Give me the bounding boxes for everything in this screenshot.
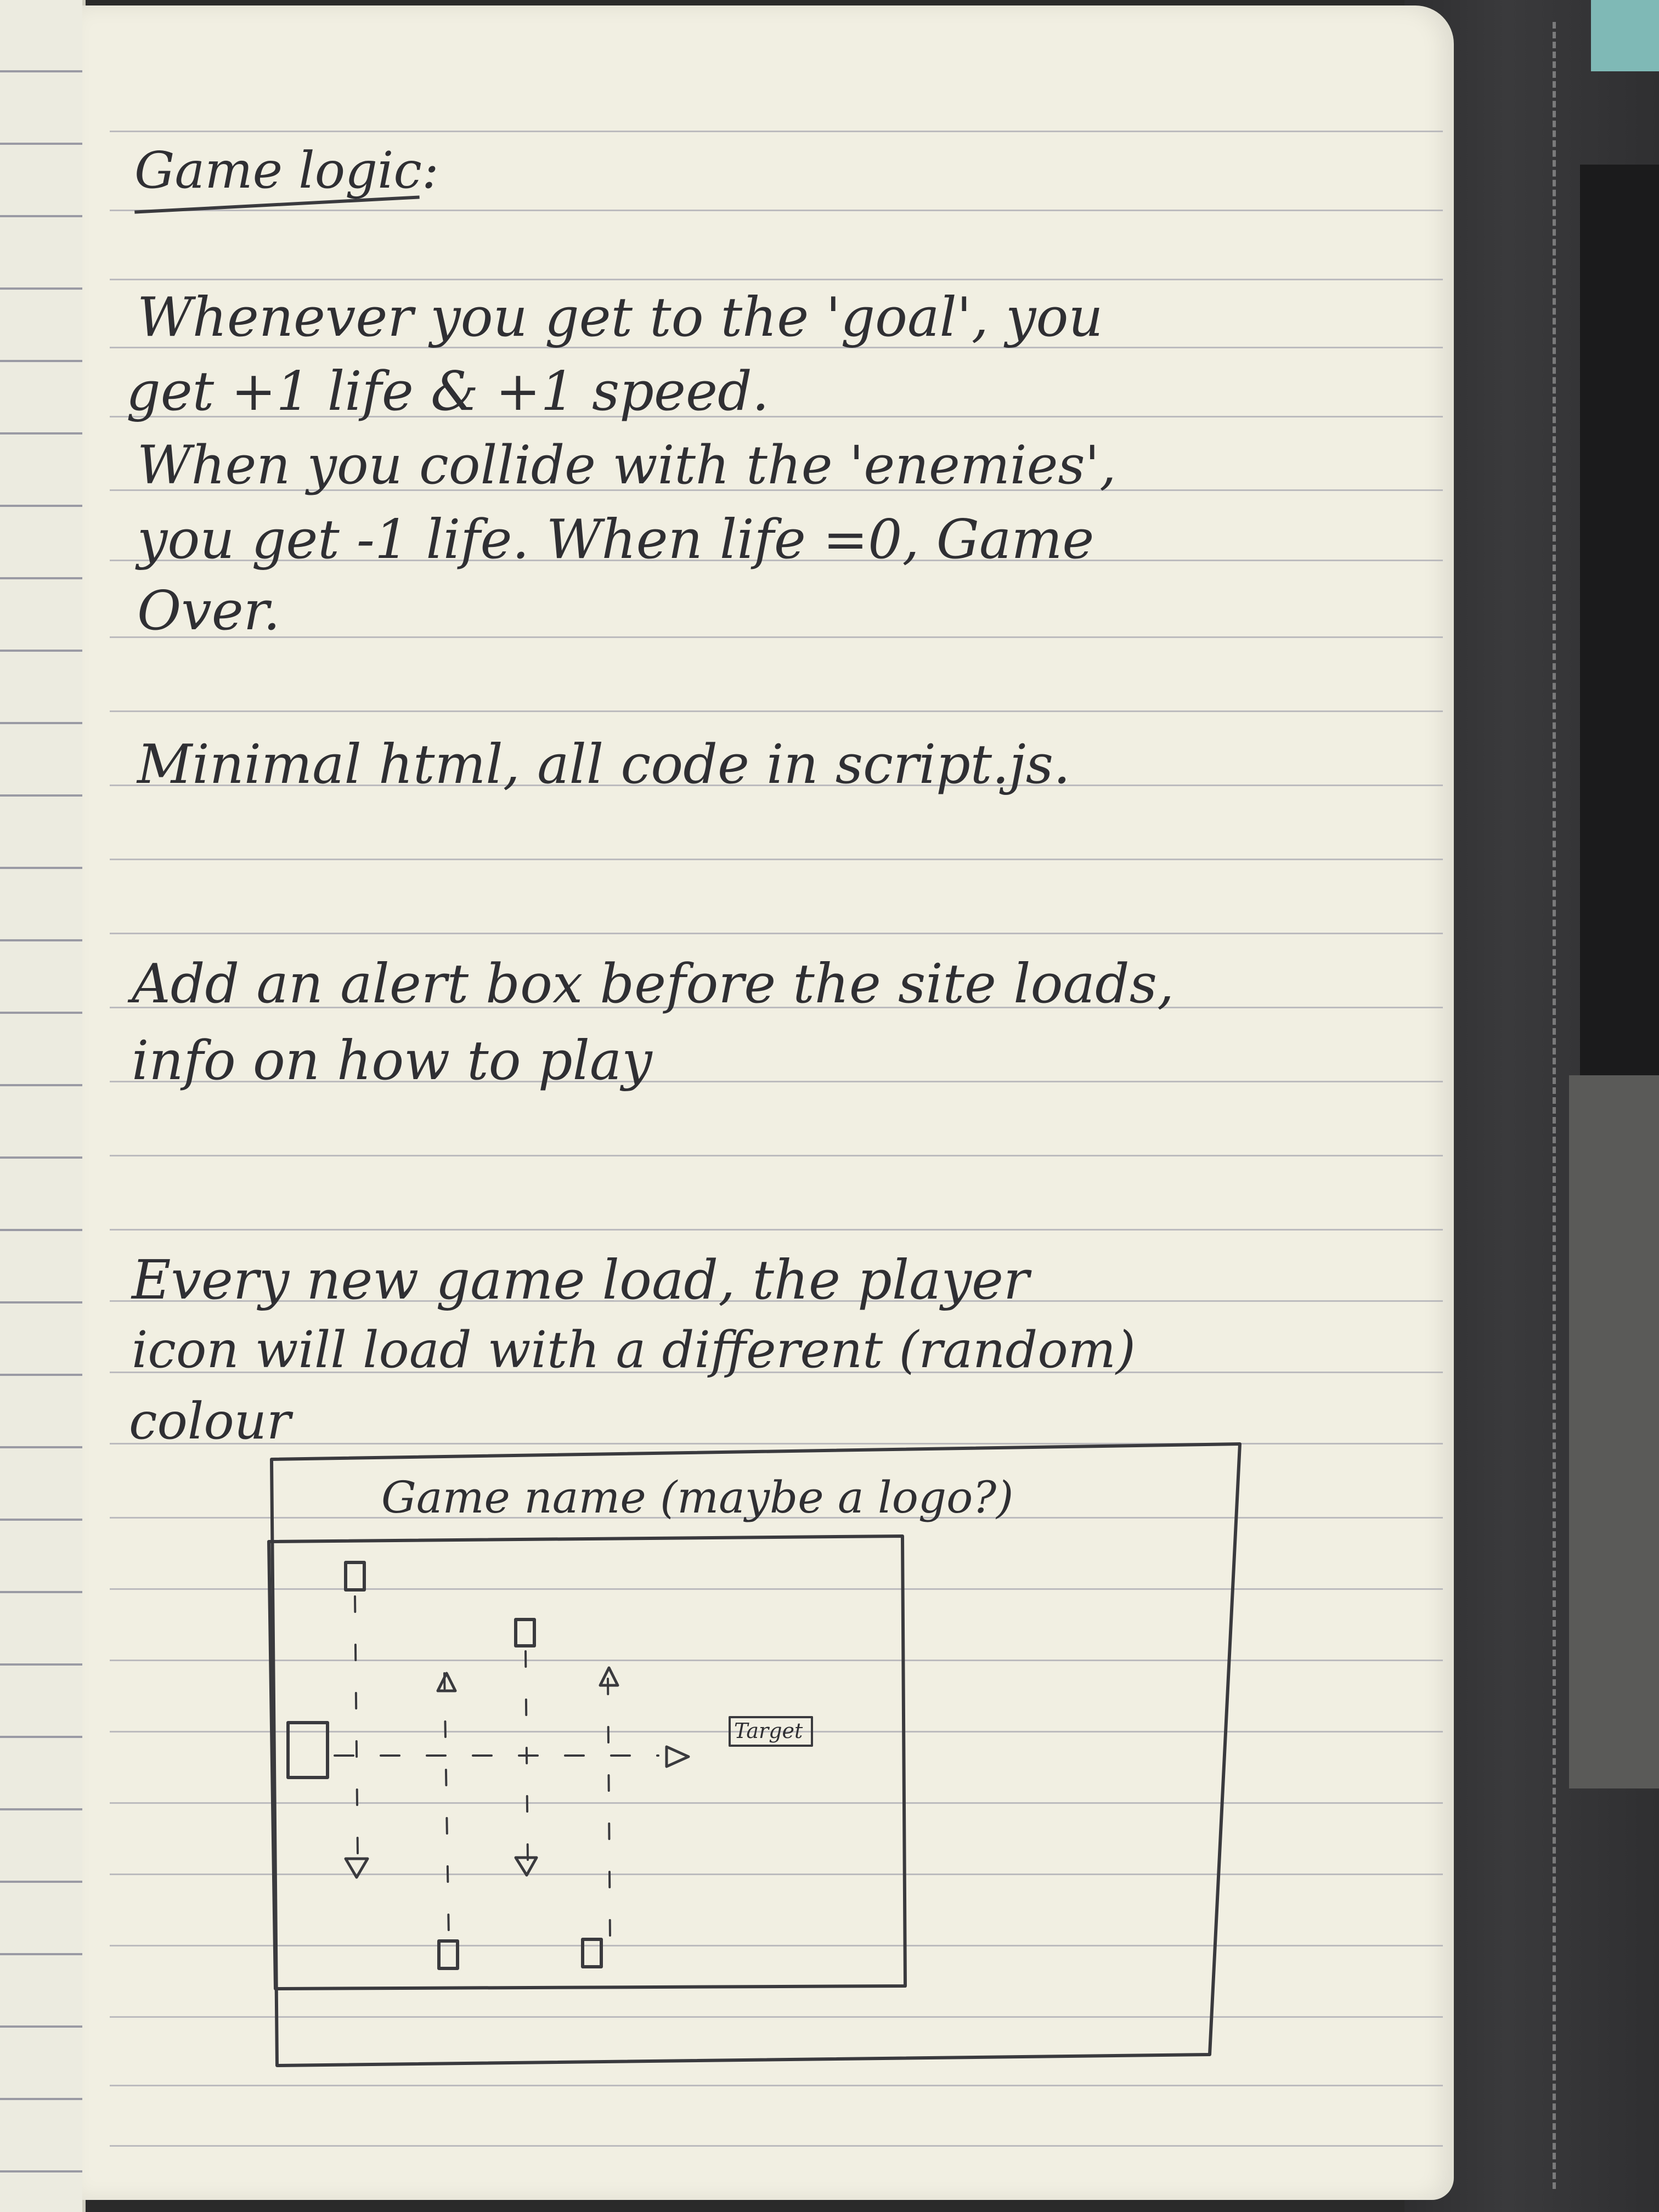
enemy-path <box>443 1672 450 1938</box>
player-icon <box>286 1721 329 1779</box>
arrow-right-icon <box>665 1745 690 1768</box>
sketch-header-label: Game name (maybe a logo?) <box>381 1472 1014 1523</box>
enemy-path <box>607 1678 611 1938</box>
enemy-square <box>581 1938 603 1968</box>
background-surface <box>1569 1075 1659 1788</box>
game-layout-sketch <box>267 1442 1242 2067</box>
enemy-path <box>354 1595 359 1855</box>
arrow-up-icon <box>436 1672 457 1692</box>
arrow-down-icon <box>514 1856 538 1877</box>
arrow-down-icon <box>344 1857 369 1879</box>
enemy-square <box>344 1561 366 1592</box>
game-area-frame <box>267 1534 907 1990</box>
background-screen <box>1591 0 1659 71</box>
previous-page-edge <box>0 0 86 2212</box>
enemy-square <box>437 1939 459 1970</box>
notebook-page: Game logic: Whenever you get to the 'goa… <box>82 5 1454 2200</box>
target-label: Target <box>734 1719 803 1743</box>
enemy-square <box>514 1618 536 1647</box>
elastic-strap <box>1580 165 1659 1108</box>
cover-stitching <box>1553 22 1556 2189</box>
